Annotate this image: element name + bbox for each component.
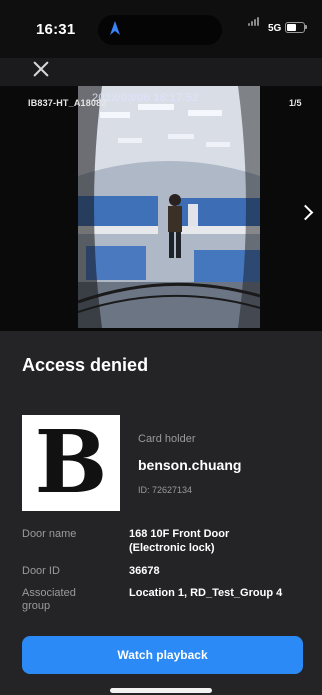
associated-group-value: Location 1, RD_Test_Group 4 [129, 587, 283, 599]
camera-name: IB837-HT_A18082 [28, 98, 107, 108]
door-name-label: Door name [22, 528, 77, 540]
associated-group-label-line2: group [22, 600, 51, 612]
battery-icon [285, 22, 305, 33]
cardholder-avatar: B [22, 415, 120, 511]
door-name-value-line2: (Electronic lock) [129, 542, 215, 554]
battery-tip [305, 25, 307, 29]
card-holder-label: Card holder [138, 433, 196, 445]
card-holder-id: ID: 72627134 [138, 485, 193, 495]
battery-level [287, 24, 296, 31]
door-id-label: Door ID [22, 565, 60, 577]
associated-group-label-line1: Associated [22, 587, 76, 599]
page-indicator: 1/5 [289, 98, 302, 108]
event-title: Access denied [22, 355, 149, 375]
door-name-value-line1: 168 10F Front Door [129, 528, 230, 540]
camera-snapshot[interactable]: 2023/03/06 16:17:52 [78, 86, 260, 328]
network-type: 5G [268, 23, 282, 34]
office-scene [78, 86, 260, 328]
location-arrow-icon [110, 21, 120, 35]
home-indicator [110, 688, 212, 693]
card-holder-name: benson.chuang [138, 457, 242, 473]
status-time: 16:31 [36, 21, 76, 38]
watch-playback-button[interactable]: Watch playback [22, 636, 303, 674]
close-icon[interactable] [30, 58, 52, 80]
door-id-value: 36678 [129, 565, 160, 577]
snapshot-timestamp: 2023/03/06 16:17:52 [92, 92, 199, 104]
avatar-logo-letter: B [34, 412, 108, 513]
